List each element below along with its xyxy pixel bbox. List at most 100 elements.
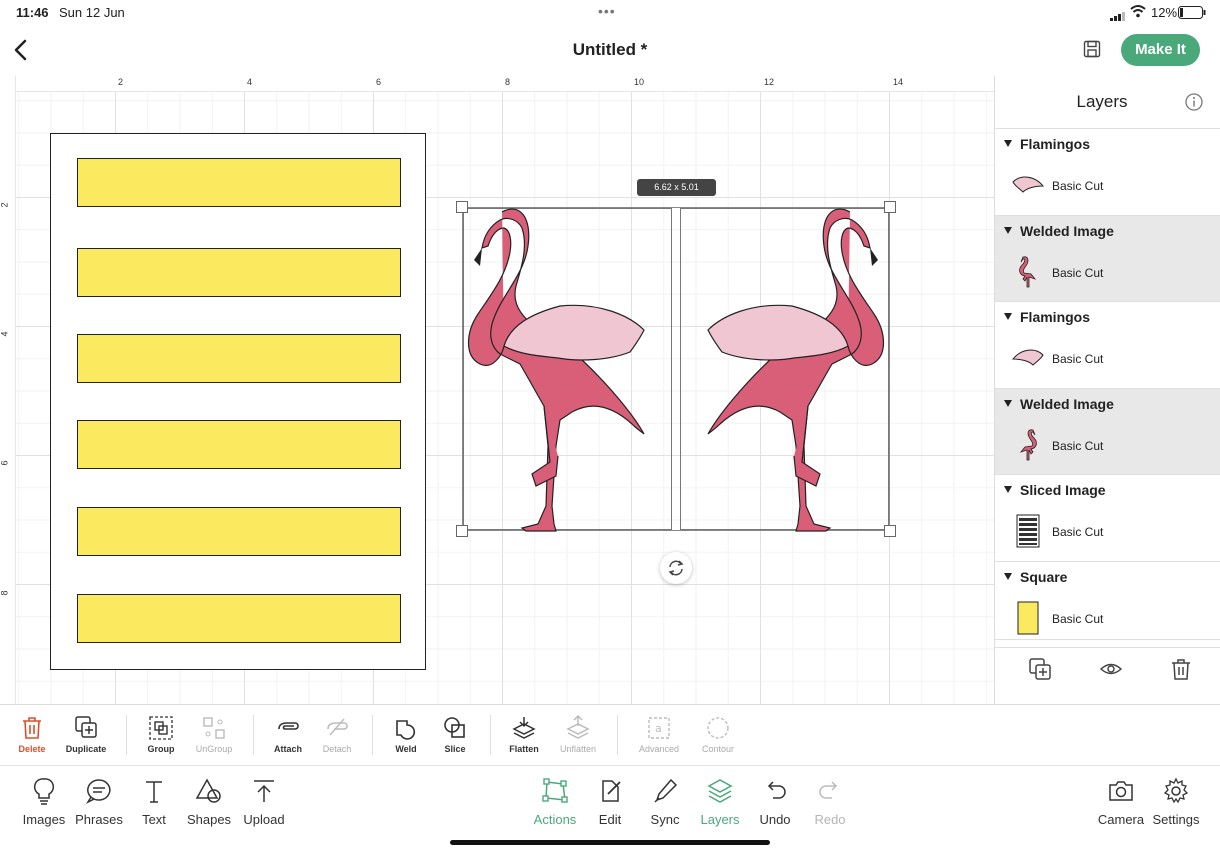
design-canvas[interactable]: 2 4 6 8 10 12 14 2 4 6 8 6.62 x 5.01	[0, 76, 994, 704]
tab-upload[interactable]: Upload	[232, 776, 296, 827]
layer-group-name: Flamingos	[1020, 309, 1091, 325]
layer-item-label: Basic Cut	[1052, 265, 1104, 280]
make-it-button[interactable]: Make It	[1121, 34, 1200, 66]
layer-group-sliced-image[interactable]: Sliced Image Basic Cut	[995, 475, 1220, 562]
layer-item-label: Basic Cut	[1052, 438, 1104, 453]
collapse-triangle-icon[interactable]	[1004, 313, 1012, 320]
trash-icon	[2, 715, 62, 743]
wing-thumbnail-icon	[1011, 341, 1045, 375]
duplicate-icon	[56, 715, 116, 743]
slice-label: Slice	[444, 744, 466, 754]
redo-button[interactable]: Redo	[798, 776, 862, 827]
ruler-tick: 12	[764, 77, 775, 87]
group-icon	[131, 715, 191, 743]
collapse-triangle-icon[interactable]	[1004, 486, 1012, 493]
info-icon[interactable]	[1185, 93, 1203, 116]
gear-icon	[1144, 776, 1208, 808]
detach-icon	[307, 715, 367, 743]
layer-group-flamingos[interactable]: Flamingos Basic Cut	[995, 129, 1220, 216]
yellow-strip[interactable]	[77, 420, 401, 469]
toolbar-divider	[490, 715, 491, 755]
layer-group-name: Sliced Image	[1020, 482, 1106, 498]
layers-panel: Layers Flamingos Basic Cut Welded Image …	[994, 76, 1220, 704]
yellow-strip[interactable]	[77, 158, 401, 207]
collapse-triangle-icon[interactable]	[1004, 226, 1012, 234]
ruler-tick: 4	[0, 331, 10, 337]
ruler-tick: 10	[634, 77, 645, 87]
delete-button[interactable]: Delete	[2, 715, 62, 754]
status-date: Sun 12 Jun	[59, 5, 125, 20]
battery-icon	[1178, 6, 1206, 22]
upload-arrow-icon	[232, 776, 296, 808]
resize-handle-top-right[interactable]	[884, 201, 896, 213]
resize-handle-bottom-left[interactable]	[456, 525, 468, 537]
save-icon[interactable]	[1083, 40, 1101, 63]
project-title: Untitled *	[572, 40, 648, 59]
cellular-signal-icon	[1110, 9, 1126, 24]
flamingo-left	[467, 208, 645, 532]
contour-label: Contour	[701, 744, 735, 754]
ruler-tick: 2	[0, 202, 10, 208]
ruler-tick: 8	[505, 77, 511, 87]
layer-group-name: Flamingos	[1020, 136, 1091, 152]
layer-group-name: Welded Image	[1020, 222, 1114, 239]
toolbar-divider	[617, 715, 618, 755]
layer-group-name: Welded Image	[1020, 395, 1114, 412]
layer-group-flamingos[interactable]: Flamingos Basic Cut	[995, 302, 1220, 389]
delete-label: Delete	[18, 744, 46, 754]
tab-label: Redo	[814, 812, 846, 827]
flamingo-thumbnail-icon	[1011, 255, 1045, 289]
yellow-strip[interactable]	[77, 507, 401, 556]
trash-icon[interactable]	[1169, 657, 1193, 686]
duplicate-label: Duplicate	[65, 744, 107, 754]
square-thumbnail-icon	[1011, 601, 1045, 635]
resize-handle-top-left[interactable]	[456, 201, 468, 213]
ungroup-icon	[184, 715, 244, 743]
advanced-button[interactable]: a Advanced	[629, 715, 689, 754]
collapse-triangle-icon[interactable]	[1004, 572, 1012, 580]
unflatten-icon	[548, 714, 608, 743]
collapse-triangle-icon[interactable]	[1004, 140, 1012, 147]
contour-button[interactable]: Contour	[688, 715, 748, 754]
group-button[interactable]: Group	[131, 715, 191, 754]
sliced-image-page[interactable]	[50, 133, 426, 670]
yellow-strip[interactable]	[77, 594, 401, 643]
sliced-image-thumbnail-icon	[1011, 514, 1045, 548]
flamingo-pair-image[interactable]	[460, 206, 892, 532]
layer-actions-bar	[995, 639, 1220, 704]
flatten-icon	[494, 715, 554, 743]
duplicate-layer-icon[interactable]	[1028, 657, 1052, 686]
layers-panel-title: Layers	[1076, 92, 1128, 111]
resize-handle-bottom-right[interactable]	[884, 525, 896, 537]
rotate-handle[interactable]	[660, 552, 692, 584]
slice-icon	[425, 715, 485, 743]
top-ruler: 2 4 6 8 10 12 14	[0, 76, 994, 92]
layer-group-welded-image[interactable]: Welded Image Basic Cut	[995, 215, 1220, 302]
left-ruler: 2 4 6 8	[0, 76, 16, 704]
slice-button[interactable]: Slice	[425, 715, 485, 754]
ungroup-label: UnGroup	[195, 744, 233, 754]
layer-group-square[interactable]: Square Basic Cut	[995, 562, 1220, 648]
layer-item-label: Basic Cut	[1052, 179, 1104, 193]
layer-group-welded-image[interactable]: Welded Image Basic Cut	[995, 388, 1220, 475]
collapse-triangle-icon[interactable]	[1004, 399, 1012, 407]
visibility-eye-icon[interactable]	[1099, 657, 1123, 686]
home-indicator[interactable]	[450, 840, 770, 845]
yellow-strip[interactable]	[77, 334, 401, 383]
top-header: Untitled * Make It	[0, 24, 1220, 76]
duplicate-button[interactable]: Duplicate	[56, 715, 116, 754]
unflatten-button[interactable]: Unflatten	[548, 714, 608, 754]
toolbar-divider	[372, 715, 373, 755]
flatten-button[interactable]: Flatten	[494, 715, 554, 754]
tab-label: Settings	[1152, 812, 1200, 827]
wing-thumbnail-icon	[1011, 168, 1045, 202]
yellow-strip[interactable]	[77, 248, 401, 297]
unflatten-label: Unflatten	[559, 744, 597, 754]
flatten-label: Flatten	[509, 744, 539, 754]
ruler-tick: 4	[247, 77, 253, 87]
ruler-tick: 6	[376, 77, 382, 87]
ungroup-button[interactable]: UnGroup	[184, 715, 244, 754]
tab-settings[interactable]: Settings	[1144, 776, 1208, 827]
detach-button[interactable]: Detach	[307, 715, 367, 754]
multitasking-dots-icon[interactable]: •••	[598, 3, 616, 19]
